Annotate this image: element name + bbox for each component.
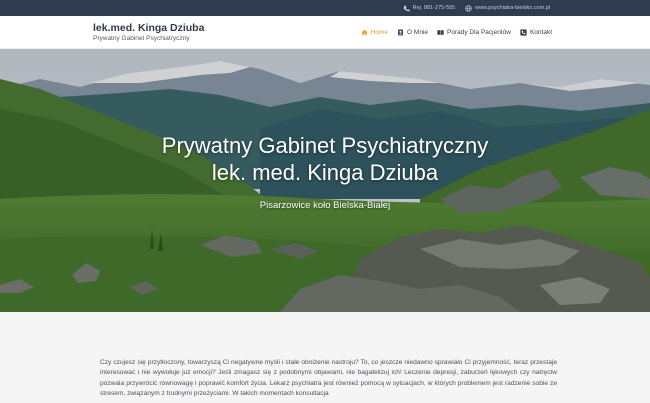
phone-icon [403, 5, 410, 11]
nav-item-porady[interactable]: Porady Dla Pacjentów [437, 29, 511, 36]
nav-label-o-mnie: O Mnie [407, 28, 428, 36]
user-card-icon [398, 29, 403, 35]
phone-info[interactable]: Rej. 881-275-555 [403, 5, 456, 12]
brand-title[interactable]: lek.med. Kinga Dziuba [93, 22, 204, 34]
intro-paragraph: Czy czujesz się przytłoczony, towarzyszą… [100, 359, 557, 398]
globe-icon [465, 4, 472, 12]
hero-title: Prywatny Gabinet Psychiatryczny lek. med… [0, 132, 650, 186]
hero-title-line-2: lek. med. Kinga Dziuba [211, 160, 439, 185]
nav-item-home[interactable]: Home [361, 29, 388, 36]
phone-text: Rej. 881-275-555 [412, 5, 456, 11]
brand[interactable]: lek.med. Kinga Dziuba Prywatny Gabinet P… [93, 22, 204, 43]
phone-square-icon [520, 28, 527, 36]
intro-section: Czy czujesz się przytłoczony, towarzyszą… [0, 312, 650, 403]
nav-label-home: Home [370, 28, 389, 36]
hero-banner: Prywatny Gabinet Psychiatryczny lek. med… [0, 49, 650, 312]
nav-label-kontakt: Kontakt [529, 28, 552, 36]
brand-subtitle: Prywatny Gabinet Psychiatryczny [93, 34, 190, 42]
hero-location: Pisarzowice koło Bielska-Białej [259, 200, 391, 211]
nav-item-o-mnie[interactable]: O Mnie [397, 29, 428, 36]
book-icon [437, 29, 444, 35]
site-header: lek.med. Kinga Dziuba Prywatny Gabinet P… [0, 16, 650, 49]
top-info-bar: Rej. 881-275-555 www.psychiatra-bielsko.… [0, 0, 650, 16]
home-icon [361, 29, 368, 35]
main-nav: Home O Mnie Porady Dla Pacjentów Kontakt [361, 29, 552, 36]
nav-item-kontakt[interactable]: Kontakt [520, 29, 552, 36]
hero-title-line-1: Prywatny Gabinet Psychiatryczny [161, 133, 489, 158]
nav-label-porady: Porady Dla Pacjentów [447, 28, 511, 36]
website-info[interactable]: www.psychiatra-bielsko.com.pl [465, 4, 550, 12]
website-text: www.psychiatra-bielsko.com.pl [475, 5, 550, 11]
